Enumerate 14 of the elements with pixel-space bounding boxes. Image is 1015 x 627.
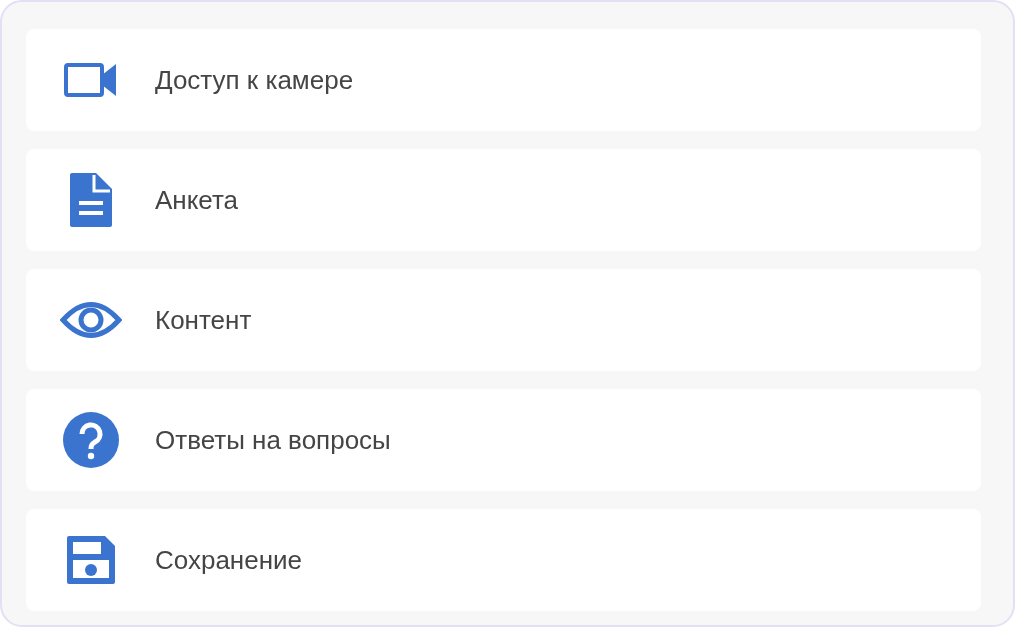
menu-item[interactable]: Сохранение [26, 509, 981, 611]
menu-item[interactable]: Контент [26, 269, 981, 371]
item-label: Контент [155, 304, 252, 336]
eye-icon [59, 299, 122, 341]
item-label: Ответы на вопросы [155, 424, 391, 456]
video-camera-icon [63, 63, 118, 97]
help-icon [61, 411, 120, 469]
document-icon [67, 171, 114, 229]
menu-item[interactable]: Анкета [26, 149, 981, 251]
menu-item[interactable]: Доступ к камере [26, 29, 981, 131]
item-label: Анкета [155, 184, 239, 216]
item-label: Сохранение [155, 544, 303, 576]
menu-item[interactable]: Ответы на вопросы [26, 389, 981, 491]
item-label: Доступ к камере [155, 64, 354, 96]
